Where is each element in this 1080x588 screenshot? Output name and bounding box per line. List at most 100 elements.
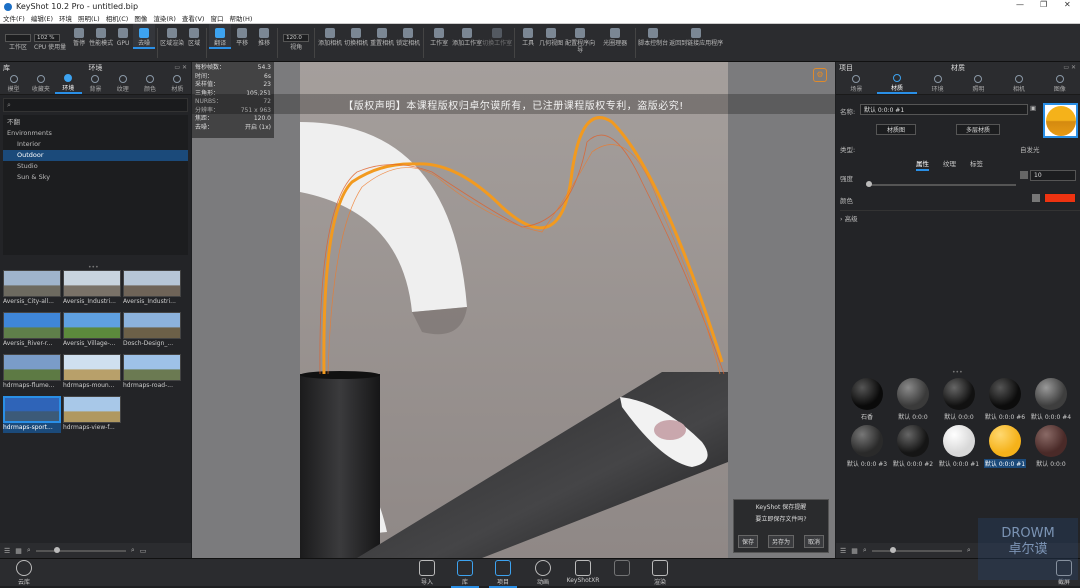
tab-environment[interactable]: 环境 [917,73,958,94]
material-preview[interactable] [1043,103,1078,138]
material-swatch[interactable]: 默认 0:0:0 #1 [936,425,982,468]
import-button[interactable]: 导入 [413,560,441,586]
tab-textures[interactable]: 纹理 [109,73,136,94]
add-studio-button[interactable]: 添加工作室 [452,24,482,47]
menu-window[interactable]: 窗口 [210,13,223,23]
material-swatch[interactable]: 默认 0:0:0 #1 [982,425,1028,468]
material-swatch[interactable]: 默认 0:0:0 #3 [844,425,890,468]
environment-thumbnail[interactable]: Aversis_Village-... [63,312,121,350]
menu-file[interactable]: 文件(F) [3,13,25,23]
animation-button[interactable]: 动画 [529,560,557,586]
tab-materials[interactable]: 材质 [164,73,191,94]
script-console-button[interactable]: 脚本控制台 [638,24,668,47]
performance-mode-button[interactable]: 性能模式 [89,24,113,47]
grid-view-icon[interactable]: ▦ [851,547,858,555]
maximize-button[interactable]: ❐ [1040,0,1047,9]
material-type-select[interactable]: 自发光 [1020,144,1040,154]
material-size-slider[interactable] [871,546,962,553]
subtab-textures[interactable]: 纹理 [943,158,956,171]
tree-item[interactable]: Environments [3,128,188,139]
switch-camera-button[interactable]: 切换相机 [343,24,369,47]
tools-button[interactable]: 工具 [517,24,539,47]
save-as-button[interactable]: 另存为 [767,535,794,548]
tab-environments[interactable]: 环境 [54,73,82,94]
zoom-out-icon[interactable]: ⌕ [863,546,867,555]
region-render-button[interactable]: 区域渲染 [160,24,184,47]
tab-favorites[interactable]: 收藏夹 [27,73,54,94]
close-button[interactable]: ✕ [1064,0,1071,9]
environment-thumbnail[interactable]: hdrmaps-view-f... [63,396,121,434]
zoom-out-icon[interactable]: ⌕ [27,546,31,555]
add-camera-button[interactable]: 添加相机 [317,24,343,47]
menu-environment[interactable]: 环境 [59,13,72,23]
environment-thumbnail[interactable]: hdrmaps-flume... [3,354,61,392]
workspace-select[interactable] [5,34,31,42]
tab-backplates[interactable]: 背景 [82,73,109,94]
minimize-button[interactable]: — [1016,0,1024,9]
environment-thumbnail[interactable]: hdrmaps-moun... [63,354,121,392]
zoom-in-icon[interactable]: ⌕ [967,546,971,555]
material-graph-button[interactable]: 材质图 [876,124,916,135]
material-swatch[interactable]: 默认 0:0:0 [1028,425,1074,468]
material-swatch[interactable]: 默认 0:0:0 #2 [890,425,936,468]
tab-lighting[interactable]: 照明 [958,73,999,94]
color-texture-icon[interactable] [1032,194,1040,202]
tree-item[interactable]: Interior [3,139,188,150]
environment-thumbnail[interactable]: hdrmaps-sport... [3,396,61,434]
material-name-field[interactable]: 默认 0:0:0 #1 [860,104,1028,115]
advanced-section[interactable]: › 高级 [840,210,1080,223]
tumble-button[interactable]: 翻译 [209,24,232,49]
menu-render[interactable]: 渲染(R) [153,13,176,23]
splitter-handle[interactable]: ••• [952,369,963,376]
menu-view[interactable]: 查看(V) [182,13,205,23]
project-button[interactable]: 项目 [489,560,517,588]
lock-camera-button[interactable]: 锁定相机 [395,24,421,47]
tree-item-selected[interactable]: Outdoor [3,150,188,161]
save-button[interactable]: 保存 [738,535,759,548]
material-swatch[interactable]: 默认 0:0:0 [890,378,936,421]
texture-toggle-icon[interactable] [1020,171,1028,179]
intensity-slider[interactable] [866,181,1016,187]
intensity-field[interactable]: 10 [1030,170,1076,181]
menu-camera[interactable]: 相机(C) [106,13,129,23]
render-button[interactable]: 渲染 [646,560,674,586]
tree-item[interactable]: Sun & Sky [3,172,188,183]
panel-close-icon[interactable]: ▭ ✕ [174,64,187,71]
menu-edit[interactable]: 编辑(E) [31,13,53,23]
render-viewport[interactable]: 每秒帧数： 54.3 时间： 6s 采样值： 23 三角形： 105,251 NURBS： 72 分… [192,62,835,558]
thumbnail-size-slider[interactable] [35,546,126,553]
library-button[interactable]: 库 [451,560,479,588]
configurator-wizard-button[interactable]: 配置程序向导 [563,24,597,54]
tab-colors[interactable]: 颜色 [136,73,163,94]
environment-thumbnail[interactable]: Aversis_Industri... [123,270,181,308]
environment-thumbnail[interactable]: Aversis_Industri... [63,270,121,308]
material-swatch[interactable]: 默认 0:0:0 #6 [982,378,1028,421]
pause-button[interactable]: 暂停 [69,24,89,47]
grid-view-icon[interactable]: ▦ [15,547,22,555]
region-button[interactable]: 区域 [184,24,204,47]
tree-item[interactable]: Studio [3,161,188,172]
menu-image[interactable]: 图像 [134,13,147,23]
geometry-view-button[interactable]: 几何视图 [539,24,563,47]
zoom-in-icon[interactable]: ⌕ [131,546,135,555]
denoise-button[interactable]: 去噪 [133,24,156,49]
panel-close-icon[interactable]: ▭ ✕ [1063,64,1076,71]
material-swatch[interactable]: 默认 0:0:0 #4 [1028,378,1074,421]
switch-studio-button[interactable]: 切换工作室 [482,24,512,47]
tree-item[interactable]: 不翻 [3,117,188,128]
cancel-button[interactable]: 取消 [803,535,824,548]
viewport-settings-icon[interactable]: ⚙ [813,68,827,82]
subtab-properties[interactable]: 属性 [916,158,929,171]
color-swatch[interactable] [1044,193,1076,203]
keyshotxr-button[interactable]: KeyShotXR [566,560,600,584]
material-swatch[interactable]: 默认 0:0:0 [936,378,982,421]
tab-image[interactable]: 图像 [1039,73,1080,94]
light-manager-button[interactable]: 光圈理器 [597,24,633,47]
tab-models[interactable]: 模型 [0,73,27,94]
subtab-labels[interactable]: 标签 [970,158,983,171]
list-view-icon[interactable]: ☰ [4,547,10,555]
material-swatch[interactable]: 石香 [844,378,890,421]
environment-thumbnail[interactable]: Aversis_City-all... [3,270,61,308]
list-view-icon[interactable]: ☰ [840,547,846,555]
environment-thumbnail[interactable]: Dosch-Design_... [123,312,181,350]
